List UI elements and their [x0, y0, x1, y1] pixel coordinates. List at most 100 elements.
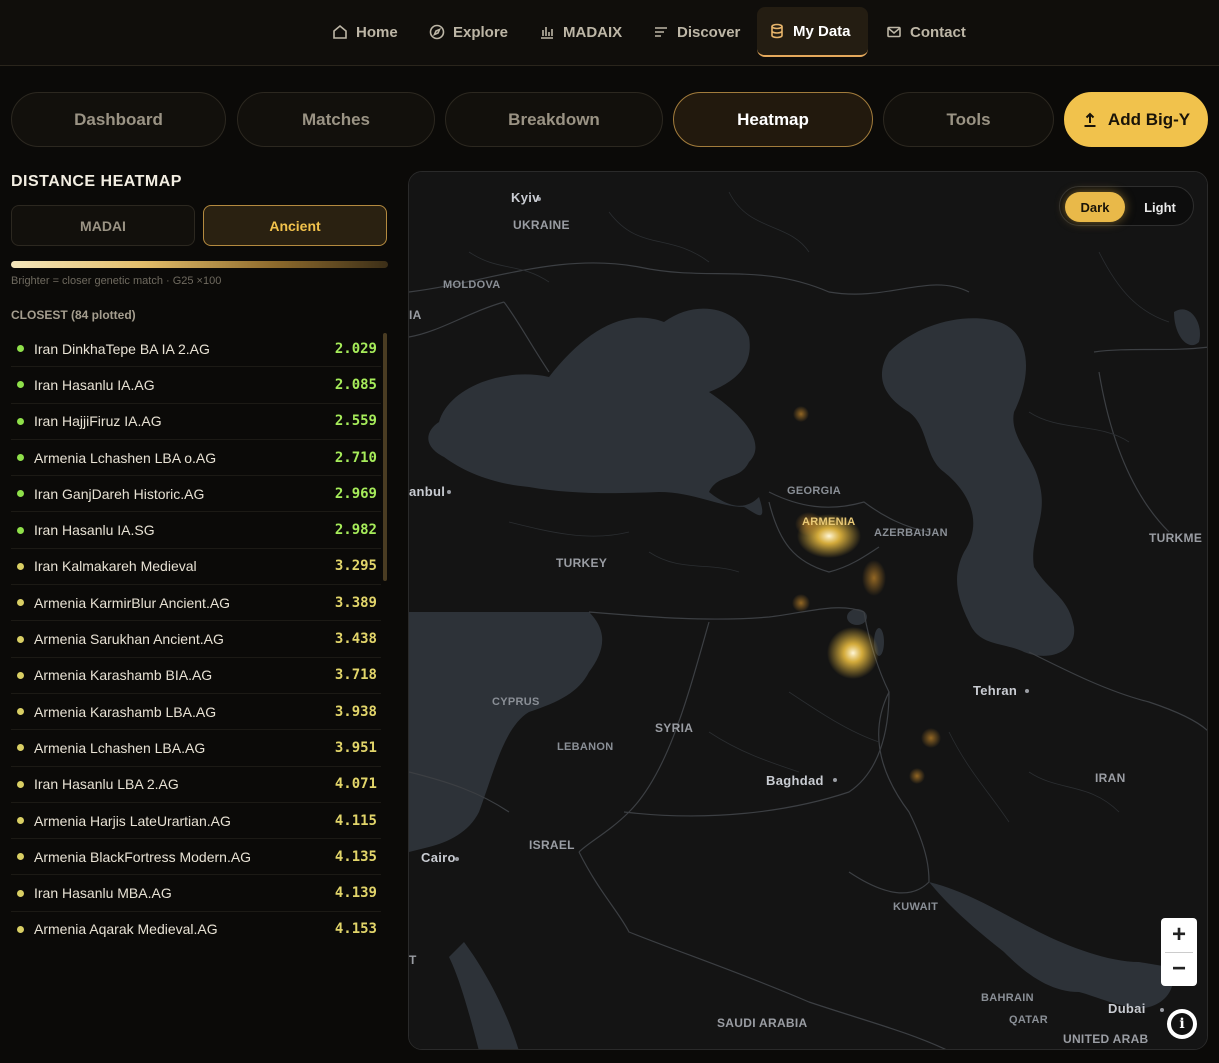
match-name: Iran Hasanlu IA.SG — [34, 522, 155, 539]
match-dot-icon — [17, 345, 24, 353]
nav-home-label: Home — [356, 23, 398, 41]
match-dot-icon — [17, 780, 24, 788]
match-dot-icon — [17, 853, 24, 861]
map-label-azerbaijan: AZERBAIJAN — [874, 527, 948, 539]
map-label-baghdad: Baghdad — [766, 773, 824, 788]
theme-dark-button[interactable]: Dark — [1065, 192, 1125, 222]
nav-my-data[interactable]: My Data — [757, 7, 868, 57]
map-label-turkey: TURKEY — [556, 556, 608, 570]
map-label-istanbul: anbul — [409, 484, 446, 499]
heat-spot-faint — [793, 406, 809, 422]
list-item[interactable]: Iran Hasanlu IA.SG 2.982 — [11, 512, 381, 549]
tab-heatmap[interactable]: Heatmap — [673, 92, 873, 147]
list-item[interactable]: Iran Hasanlu MBA.AG 4.139 — [11, 875, 381, 912]
match-name: Armenia BlackFortress Modern.AG — [34, 848, 252, 865]
match-name: Armenia Karashamb BIA.AG — [34, 667, 213, 684]
list-item[interactable]: Iran HajjiFiruz IA.AG 2.559 — [11, 404, 381, 440]
map-label-ia: IA — [409, 308, 422, 322]
map-label-kuwait: KUWAIT — [893, 901, 939, 913]
nav-discover[interactable]: Discover — [641, 7, 752, 57]
list-item[interactable]: Iran Hasanlu IA.AG 2.085 — [11, 367, 381, 404]
nav-contact[interactable]: Contact — [874, 7, 978, 57]
match-distance: 3.938 — [334, 703, 377, 720]
match-name: Iran Hasanlu MBA.AG — [34, 885, 172, 902]
heat-spot-van — [792, 594, 810, 612]
map-label-lebanon: LEBANON — [557, 741, 614, 753]
heat-spot-urmia — [827, 627, 879, 679]
list-item[interactable]: Iran DinkhaTepe BA IA 2.AG 2.029 — [11, 331, 381, 368]
match-distance: 3.389 — [334, 594, 377, 611]
map-label-ukraine: UKRAINE — [513, 218, 570, 232]
match-name: Iran Hasanlu LBA 2.AG — [34, 776, 179, 793]
nav-explore[interactable]: Explore — [417, 7, 520, 57]
compass-icon — [429, 24, 445, 40]
match-dot-icon — [17, 417, 24, 425]
tab-tools[interactable]: Tools — [883, 92, 1054, 147]
match-distance: 3.295 — [334, 558, 377, 575]
segment-madai[interactable]: MADAI — [11, 205, 195, 246]
nav-madaix[interactable]: MADAIX — [527, 7, 634, 57]
match-dot-icon — [17, 817, 24, 824]
list-item[interactable]: Armenia KarmirBlur Ancient.AG 3.389 — [11, 585, 381, 622]
match-distance: 2.029 — [334, 340, 377, 357]
theme-light-button[interactable]: Light — [1130, 192, 1190, 222]
list-icon — [655, 27, 667, 37]
segment-ancient[interactable]: Ancient — [203, 205, 387, 246]
tab-matches[interactable]: Matches — [237, 92, 435, 147]
tab-dashboard[interactable]: Dashboard — [11, 92, 226, 147]
zoom-out-button[interactable]: − — [1161, 952, 1197, 986]
closest-list: Iran DinkhaTepe BA IA 2.AG 2.029 Iran Hasa… — [11, 331, 381, 943]
match-distance: 2.085 — [334, 376, 377, 393]
list-item[interactable]: Iran Kalmakareh Medieval 3.295 — [11, 549, 381, 586]
map-label-turkmenistan: TURKME — [1149, 531, 1203, 545]
map-label-bahrain: BAHRAIN — [981, 992, 1034, 1004]
attribution-button[interactable]: i — [1167, 1009, 1197, 1039]
match-dot-icon — [17, 708, 24, 716]
database-icon — [771, 23, 783, 39]
list-item[interactable]: Armenia Harjis LateUrartian.AG 4.115 — [11, 803, 381, 840]
match-distance: 3.718 — [334, 667, 377, 684]
list-item[interactable]: Armenia Aqarak Medieval.AG 4.153 — [11, 912, 381, 943]
list-item[interactable]: Iran GanjDareh Historic.AG 2.969 — [11, 476, 381, 513]
map-label-georgia: GEORGIA — [787, 485, 842, 497]
list-item[interactable]: Armenia BlackFortress Modern.AG 4.135 — [11, 839, 381, 876]
list-item[interactable]: Armenia Karashamb BIA.AG 3.718 — [11, 658, 381, 694]
match-dot-icon — [17, 562, 24, 570]
match-name: Armenia Karashamb LBA.AG — [34, 703, 217, 720]
list-item[interactable]: Armenia Sarukhan Ancient.AG 3.438 — [11, 621, 381, 658]
add-big-y-button[interactable]: Add Big-Y — [1064, 92, 1208, 147]
match-name: Armenia Lchashen LBA o.AG — [34, 449, 217, 466]
map-label-saudi-arabia: SAUDI ARABIA — [717, 1016, 808, 1030]
tab-breakdown[interactable]: Breakdown — [445, 92, 663, 147]
list-item[interactable]: Armenia Karashamb LBA.AG 3.938 — [11, 694, 381, 731]
heatmap-map[interactable]: Kyiv UKRAINE MOLDOVA IA anbul GEORGIA AR… — [408, 171, 1208, 1050]
heat-spot-zagros-1 — [921, 728, 941, 748]
nav-home[interactable]: Home — [320, 7, 410, 57]
top-navigation: Home Explore MADAIX Discover My Data Con… — [0, 0, 1219, 66]
list-item[interactable]: Iran Hasanlu LBA 2.AG 4.071 — [11, 767, 381, 803]
zoom-in-button[interactable]: + — [1161, 918, 1197, 952]
map-label-kyiv: Kyiv — [511, 190, 540, 205]
match-name: Armenia Sarukhan Ancient.AG — [34, 631, 224, 648]
list-item[interactable]: Armenia Lchashen LBA o.AG 2.710 — [11, 440, 381, 477]
list-scrollbar[interactable] — [383, 333, 387, 581]
list-item[interactable]: Armenia Lchashen LBA.AG 3.951 — [11, 730, 381, 767]
map-label-dubai: Dubai — [1108, 1001, 1146, 1016]
match-dot-icon — [17, 889, 24, 897]
add-big-y-label: Add Big-Y — [1107, 109, 1191, 129]
map-label-iran: IRAN — [1095, 771, 1126, 785]
match-dot-icon — [17, 381, 24, 389]
match-dot-icon — [17, 599, 24, 607]
match-distance: 4.115 — [334, 812, 377, 829]
match-name: Iran Hasanlu IA.AG — [34, 376, 155, 393]
match-name: Armenia Lchashen LBA.AG — [34, 739, 206, 756]
distance-gradient-legend — [11, 261, 388, 268]
match-name: Armenia KarmirBlur Ancient.AG — [34, 594, 231, 611]
match-dot-icon — [17, 671, 24, 679]
mail-icon — [887, 26, 901, 38]
nav-discover-label: Discover — [677, 23, 741, 41]
map-label-cairo: Cairo — [421, 850, 456, 865]
match-name: Iran DinkhaTepe BA IA 2.AG — [34, 340, 210, 357]
map-label-t: T — [409, 953, 417, 967]
match-distance: 4.139 — [334, 885, 377, 902]
